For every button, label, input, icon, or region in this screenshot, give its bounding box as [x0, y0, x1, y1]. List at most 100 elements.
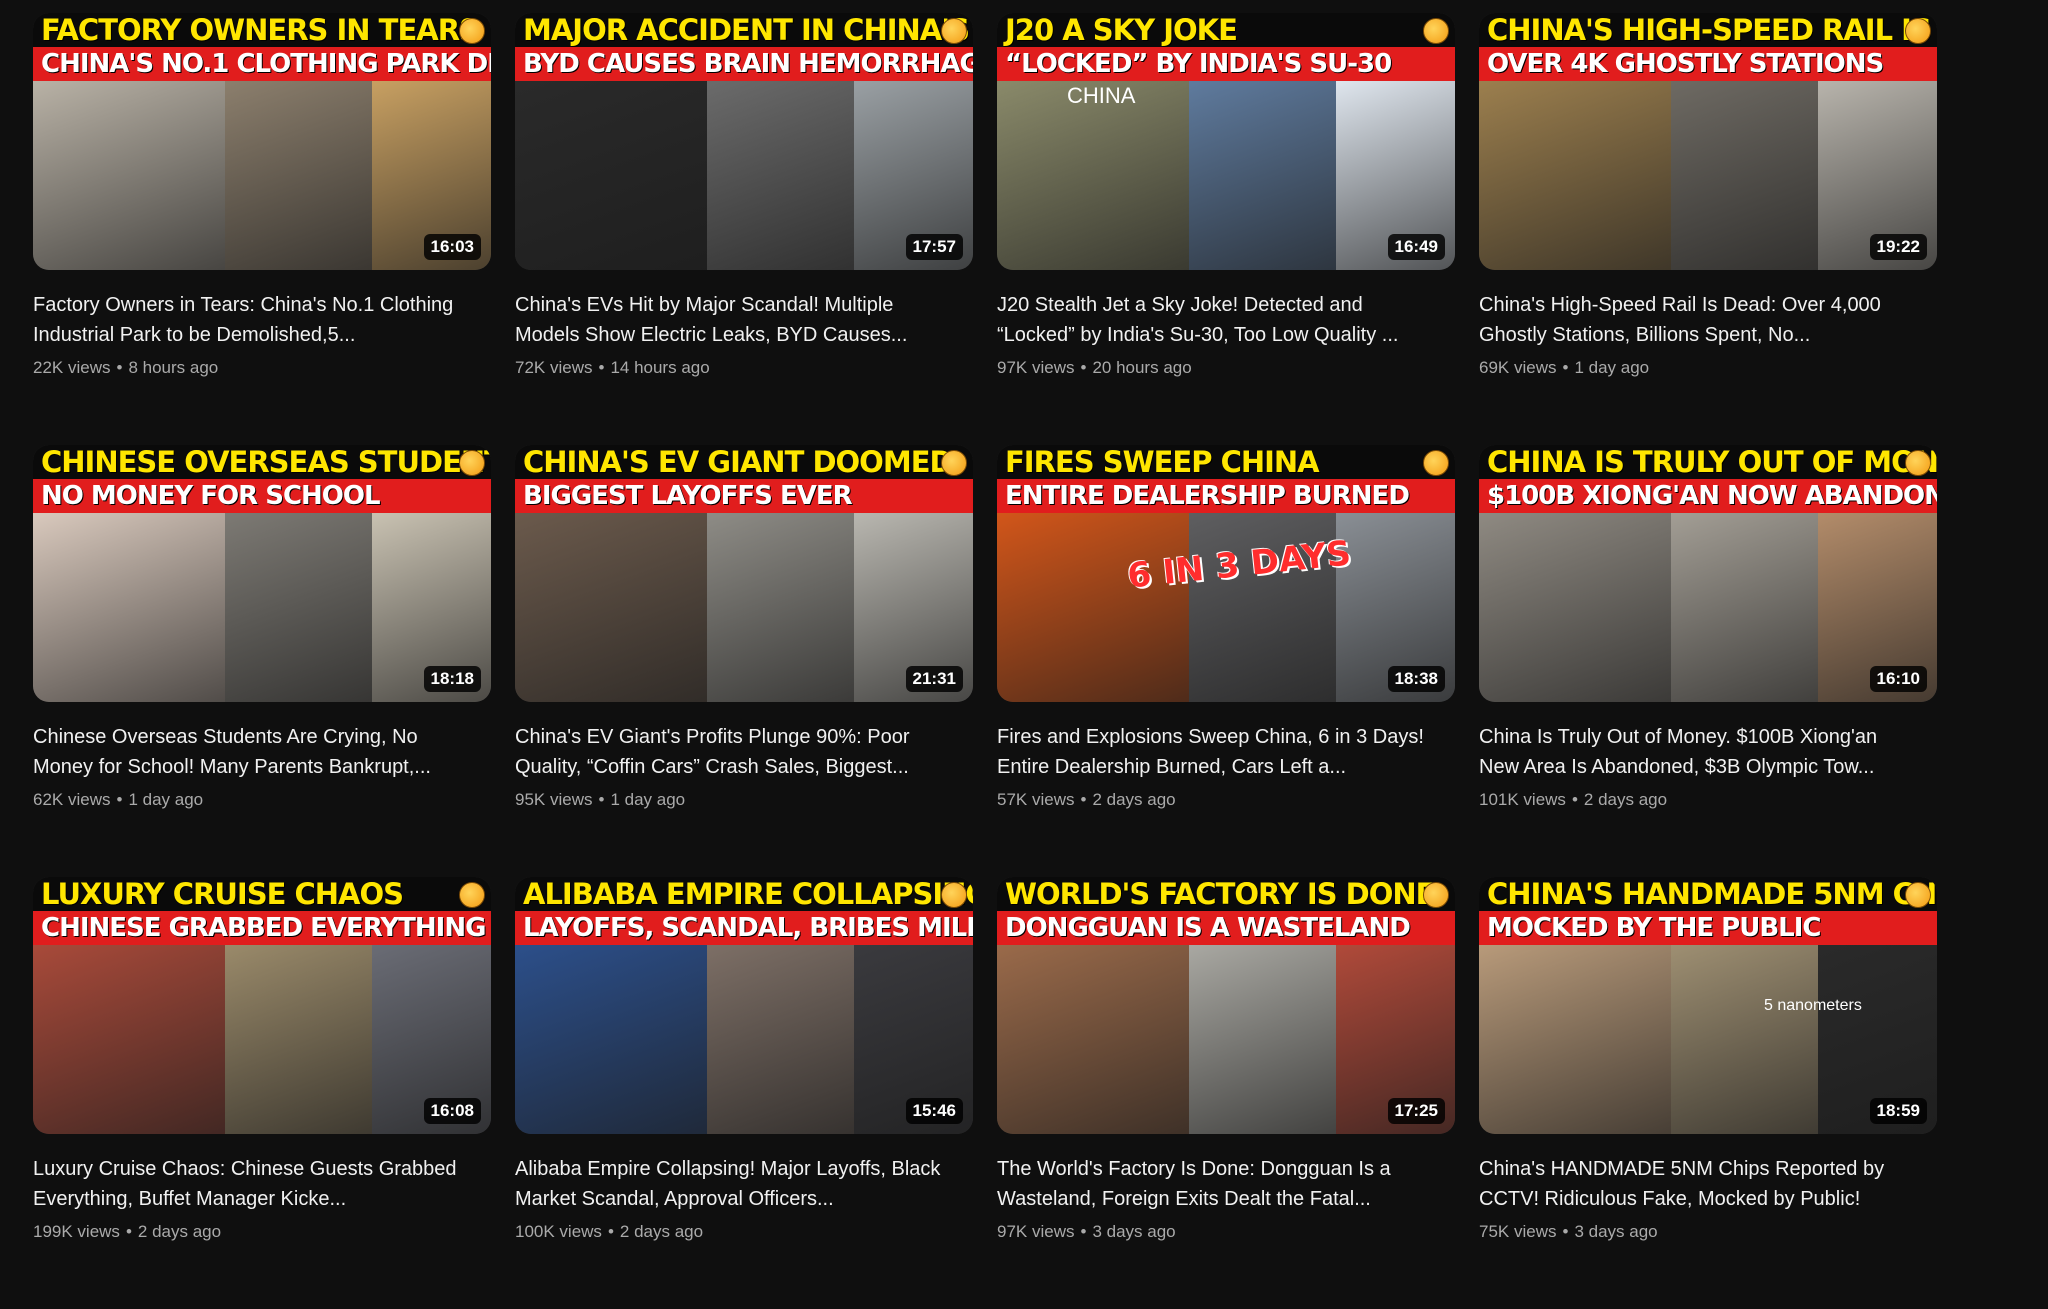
video-thumbnail[interactable]: CHINESE OVERSEAS STUDENTS STRUGGLENO MON… [33, 445, 491, 702]
video-title[interactable]: The World's Factory Is Done: Dongguan Is… [997, 1154, 1437, 1214]
upload-age: 2 days ago [619, 1222, 704, 1241]
duration-badge: 16:08 [423, 1098, 481, 1124]
video-thumbnail[interactable]: FACTORY OWNERS IN TEARS CHINA'S NO.1 CLOT… [33, 13, 491, 270]
video-thumbnail[interactable]: CHINA IS TRULY OUT OF MONEY $100B XIONG'A… [1479, 445, 1937, 702]
video-card[interactable]: WORLD'S FACTORY IS DONE DONGGUAN IS A WAS… [997, 877, 1455, 1309]
video-title[interactable]: China's High-Speed Rail Is Dead: Over 4,… [1479, 290, 1919, 350]
video-title[interactable]: Factory Owners in Tears: China's No.1 Cl… [33, 290, 473, 350]
banner-headline: CHINA'S HANDMADE 5NM CHIPS [1487, 877, 1937, 911]
meta-separator: • [598, 358, 605, 377]
thumbnail-overlay-text: 5 nanometers [1764, 997, 1862, 1014]
thumbnail-banner: CHINESE OVERSEAS STUDENTS STRUGGLENO MON… [33, 445, 491, 513]
meta-separator: • [1571, 790, 1578, 809]
upload-age: 20 hours ago [1092, 358, 1192, 377]
video-title[interactable]: China's EVs Hit by Major Scandal! Multip… [515, 290, 955, 350]
meta-separator: • [125, 1222, 132, 1241]
video-card[interactable]: CHINA IS TRULY OUT OF MONEY $100B XIONG'A… [1479, 445, 1937, 877]
duration-badge: 17:57 [905, 234, 963, 260]
video-card[interactable]: CHINESE OVERSEAS STUDENTS STRUGGLENO MON… [33, 445, 491, 877]
thumbnail-banner: ALIBABA EMPIRE COLLAPSING LAYOFFS, SCANDA… [515, 877, 973, 945]
video-card[interactable]: ALIBABA EMPIRE COLLAPSING LAYOFFS, SCANDA… [515, 877, 973, 1309]
duration-badge: 18:18 [423, 666, 481, 692]
thumbnail-banner: FIRES SWEEP CHINA ENTIRE DEALERSHIP BURNE… [997, 445, 1455, 513]
video-card[interactable]: MAJOR ACCIDENT IN CHINA'S EVsBYD CAUSES … [515, 13, 973, 445]
banner-headline: CHINESE OVERSEAS STUDENTS STRUGGLE [41, 445, 491, 479]
video-metadata: 199K views • 2 days ago [33, 1220, 491, 1244]
orange-circle-icon [1423, 450, 1449, 476]
banner-headline: WORLD'S FACTORY IS DONE [1005, 877, 1435, 911]
banner-headline: ALIBABA EMPIRE COLLAPSING [523, 877, 973, 911]
video-card[interactable]: CHINA'S HIGH-SPEED RAIL IS DEADOVER 4K G… [1479, 13, 1937, 445]
video-card[interactable]: LUXURY CRUISE CHAOS CHINESE GRABBED EVERY… [33, 877, 491, 1309]
banner-headline: CHINA IS TRULY OUT OF MONEY [1487, 445, 1937, 479]
video-title[interactable]: Luxury Cruise Chaos: Chinese Guests Grab… [33, 1154, 473, 1214]
orange-circle-icon [941, 882, 967, 908]
video-title[interactable]: Alibaba Empire Collapsing! Major Layoffs… [515, 1154, 955, 1214]
thumbnail-banner: FACTORY OWNERS IN TEARS CHINA'S NO.1 CLOT… [33, 13, 491, 81]
video-thumbnail[interactable]: LUXURY CRUISE CHAOS CHINESE GRABBED EVERY… [33, 877, 491, 1134]
meta-separator: • [116, 358, 123, 377]
video-thumbnail[interactable]: CHINA'S HIGH-SPEED RAIL IS DEADOVER 4K G… [1479, 13, 1937, 270]
video-card[interactable]: 5 nanometers CHINA'S HANDMADE 5NM CHIPS MO… [1479, 877, 1937, 1309]
duration-badge: 21:31 [905, 666, 963, 692]
upload-age: 1 day ago [128, 790, 204, 809]
view-count: 62K views [33, 790, 111, 809]
thumbnail-banner: CHINA IS TRULY OUT OF MONEY $100B XIONG'A… [1479, 445, 1937, 513]
video-card[interactable]: CHINA J20 A SKY JOKE “LOCKED” BY INDIA'S S… [997, 13, 1455, 445]
upload-age: 3 days ago [1574, 1222, 1658, 1241]
video-metadata: 22K views • 8 hours ago [33, 356, 491, 380]
video-thumbnail[interactable]: CHINA'S EV GIANT DOOMED BIGGEST LAYOFFS E… [515, 445, 973, 702]
banner-subheadline: DONGGUAN IS A WASTELAND [997, 911, 1455, 945]
thumbnail-image [1479, 513, 1937, 702]
banner-subheadline: NO MONEY FOR SCHOOL [33, 479, 491, 513]
banner-headline: LUXURY CRUISE CHAOS [41, 877, 404, 911]
video-thumbnail[interactable]: ALIBABA EMPIRE COLLAPSING LAYOFFS, SCANDA… [515, 877, 973, 1134]
video-thumbnail[interactable]: 5 nanometers CHINA'S HANDMADE 5NM CHIPS MO… [1479, 877, 1937, 1134]
thumbnail-image [515, 513, 973, 702]
banner-subheadline: BYD CAUSES BRAIN HEMORRHAGE [515, 47, 973, 81]
video-thumbnail[interactable]: WORLD'S FACTORY IS DONE DONGGUAN IS A WAS… [997, 877, 1455, 1134]
orange-circle-icon [459, 18, 485, 44]
view-count: 75K views [1479, 1222, 1557, 1241]
meta-separator: • [1080, 790, 1087, 809]
thumbnail-image [997, 81, 1455, 270]
meta-separator: • [1080, 358, 1087, 377]
video-metadata: 101K views • 2 days ago [1479, 788, 1937, 812]
orange-circle-icon [1423, 18, 1449, 44]
video-title[interactable]: China's EV Giant's Profits Plunge 90%: P… [515, 722, 955, 782]
video-thumbnail[interactable]: 6 IN 3 DAYS FIRES SWEEP CHINA ENTIRE DEALE… [997, 445, 1455, 702]
view-count: 69K views [1479, 358, 1557, 377]
video-thumbnail[interactable]: MAJOR ACCIDENT IN CHINA'S EVsBYD CAUSES … [515, 13, 973, 270]
orange-circle-icon [1423, 882, 1449, 908]
thumbnail-image [33, 945, 491, 1134]
upload-age: 1 day ago [610, 790, 686, 809]
meta-separator: • [607, 1222, 614, 1241]
video-title[interactable]: Fires and Explosions Sweep China, 6 in 3… [997, 722, 1437, 782]
orange-circle-icon [1905, 450, 1931, 476]
view-count: 95K views [515, 790, 593, 809]
meta-separator: • [116, 790, 123, 809]
video-card[interactable]: 6 IN 3 DAYS FIRES SWEEP CHINA ENTIRE DEALE… [997, 445, 1455, 877]
orange-circle-icon [941, 18, 967, 44]
video-card[interactable]: CHINA'S EV GIANT DOOMED BIGGEST LAYOFFS E… [515, 445, 973, 877]
upload-age: 8 hours ago [128, 358, 219, 377]
upload-age: 3 days ago [1092, 1222, 1176, 1241]
video-title[interactable]: Chinese Overseas Students Are Crying, No… [33, 722, 473, 782]
thumbnail-banner: CHINA'S HIGH-SPEED RAIL IS DEADOVER 4K G… [1479, 13, 1937, 81]
thumbnail-banner: CHINA'S HANDMADE 5NM CHIPS MOCKED BY THE … [1479, 877, 1937, 945]
video-metadata: 97K views • 20 hours ago [997, 356, 1455, 380]
banner-subheadline: CHINESE GRABBED EVERYTHING [33, 911, 491, 945]
duration-badge: 16:03 [423, 234, 481, 260]
meta-separator: • [598, 790, 605, 809]
banner-subheadline: $100B XIONG'AN NOW ABANDONED [1479, 479, 1937, 513]
video-title[interactable]: China's HANDMADE 5NM Chips Reported by C… [1479, 1154, 1919, 1214]
thumbnail-banner: MAJOR ACCIDENT IN CHINA'S EVsBYD CAUSES … [515, 13, 973, 81]
orange-circle-icon [459, 882, 485, 908]
video-metadata: 100K views • 2 days ago [515, 1220, 973, 1244]
video-title[interactable]: J20 Stealth Jet a Sky Joke! Detected and… [997, 290, 1437, 350]
video-title[interactable]: China Is Truly Out of Money. $100B Xiong… [1479, 722, 1919, 782]
view-count: 97K views [997, 1222, 1075, 1241]
banner-subheadline: LAYOFFS, SCANDAL, BRIBES MILLIONS [515, 911, 973, 945]
video-card[interactable]: FACTORY OWNERS IN TEARS CHINA'S NO.1 CLOT… [33, 13, 491, 445]
video-thumbnail[interactable]: CHINA J20 A SKY JOKE “LOCKED” BY INDIA'S S… [997, 13, 1455, 270]
